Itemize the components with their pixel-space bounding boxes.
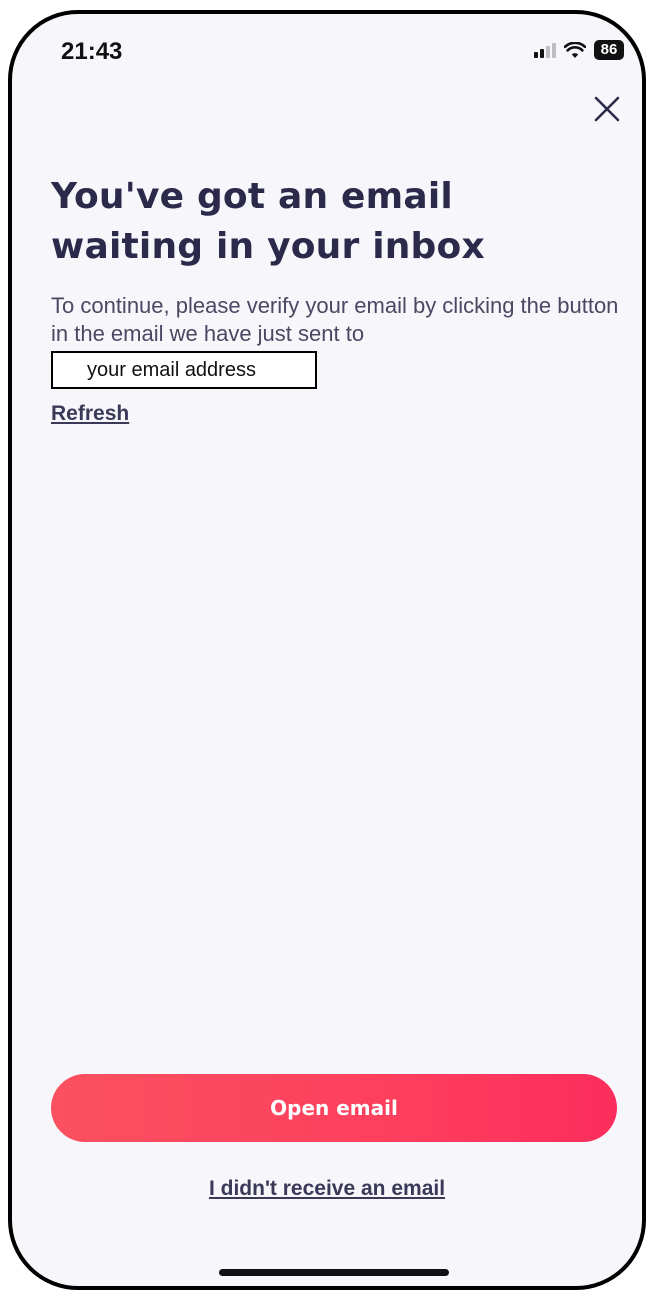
status-bar: 21:43 86	[12, 14, 642, 84]
verification-instructions: To continue, please verify your email by…	[51, 293, 619, 346]
page-title: You've got an email waiting in your inbo…	[51, 176, 485, 267]
battery-indicator: 86	[594, 40, 624, 60]
open-email-button[interactable]: Open email	[51, 1074, 617, 1142]
close-icon	[594, 96, 620, 122]
wifi-icon	[564, 41, 586, 58]
close-button[interactable]	[590, 92, 624, 126]
cellular-signal-icon	[534, 42, 556, 58]
status-time: 21:43	[61, 38, 123, 65]
didnt-receive-email-link[interactable]: I didn't receive an email	[12, 1177, 642, 1201]
refresh-link[interactable]: Refresh	[51, 402, 129, 426]
status-icons: 86	[534, 40, 624, 60]
home-indicator[interactable]	[219, 1269, 449, 1276]
phone-screen: 21:43 86 You've got an email waiting in …	[8, 10, 646, 1290]
email-address-box: your email address	[51, 351, 317, 389]
